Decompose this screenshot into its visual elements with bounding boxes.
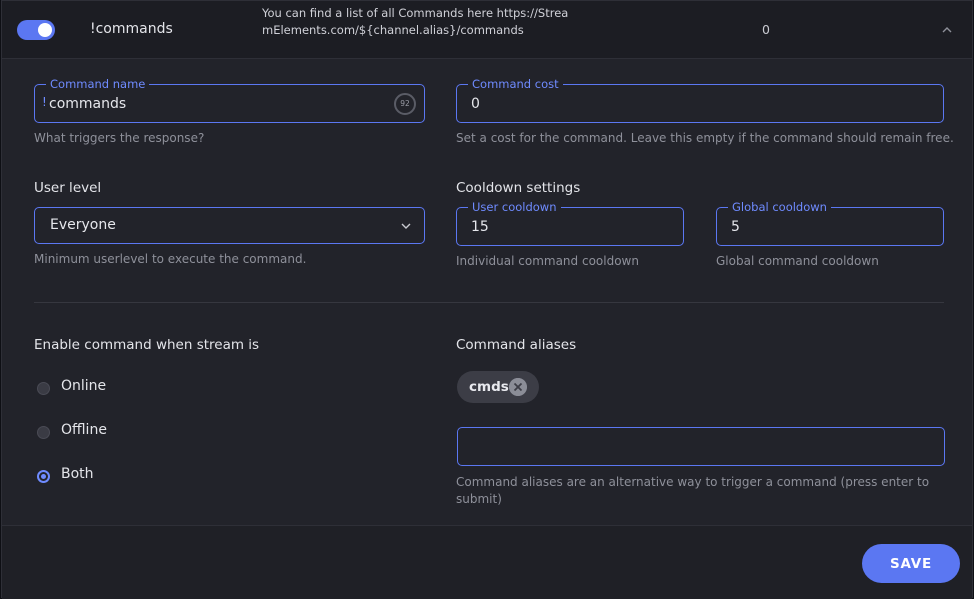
chevron-down-icon [401, 223, 411, 229]
command-name-label: Command name [46, 77, 150, 91]
alias-input-field[interactable] [457, 427, 945, 466]
command-cost-input[interactable] [471, 94, 897, 114]
radio-online-circle[interactable] [37, 382, 50, 395]
command-editor-panel: !commands You can find a list of all Com… [1, 0, 973, 599]
radio-both-label: Both [61, 466, 94, 482]
command-row-name: !commands [90, 21, 173, 37]
alias-input[interactable] [472, 437, 932, 457]
user-level-title: User level [34, 180, 102, 196]
aliases-title: Command aliases [456, 337, 577, 353]
toggle-knob [38, 23, 52, 37]
command-cost-label: Command cost [468, 77, 563, 91]
command-name-helper: What triggers the response? [34, 131, 205, 145]
footer-bar: SAVE [2, 525, 972, 599]
cooldown-title: Cooldown settings [456, 180, 581, 196]
user-cooldown-label: User cooldown [468, 200, 561, 214]
section-divider [34, 302, 944, 303]
global-cooldown-input[interactable] [731, 217, 897, 237]
command-row-response: You can find a list of all Commands here… [262, 6, 569, 37]
char-counter: 92 [394, 93, 416, 115]
command-cost-helper: Set a cost for the command. Leave this e… [456, 131, 954, 145]
radio-both-circle[interactable] [37, 470, 50, 483]
chevron-up-icon[interactable] [940, 23, 954, 37]
command-row-header[interactable]: !commands You can find a list of all Com… [2, 1, 972, 59]
command-row-cost: 0 [762, 22, 770, 37]
command-enabled-toggle[interactable] [17, 20, 55, 40]
radio-offline-circle[interactable] [37, 426, 50, 439]
user-level-value: Everyone [50, 217, 116, 233]
radio-offline-label: Offline [61, 422, 107, 438]
command-cost-field[interactable]: Command cost [456, 77, 944, 123]
alias-chip-label: cmds [469, 379, 509, 395]
global-cooldown-helper: Global command cooldown [716, 254, 879, 268]
command-name-field[interactable]: Command name ! 92 [34, 77, 425, 123]
user-level-helper: Minimum userlevel to execute the command… [34, 252, 307, 266]
stream-state-title: Enable command when stream is [34, 337, 260, 353]
remove-alias-icon[interactable] [509, 378, 527, 396]
command-name-input[interactable] [49, 94, 378, 114]
user-cooldown-field[interactable]: User cooldown [456, 200, 684, 246]
save-button[interactable]: SAVE [862, 544, 960, 583]
command-prefix: ! [42, 95, 47, 109]
user-cooldown-helper: Individual command cooldown [456, 254, 639, 268]
radio-online-label: Online [61, 378, 107, 394]
user-level-select[interactable]: Everyone [34, 207, 425, 244]
global-cooldown-label: Global cooldown [728, 200, 831, 214]
global-cooldown-field[interactable]: Global cooldown [716, 200, 944, 246]
alias-chip: cmds [457, 371, 539, 403]
user-cooldown-input[interactable] [471, 217, 637, 237]
aliases-helper: Command aliases are an alternative way t… [456, 475, 930, 506]
